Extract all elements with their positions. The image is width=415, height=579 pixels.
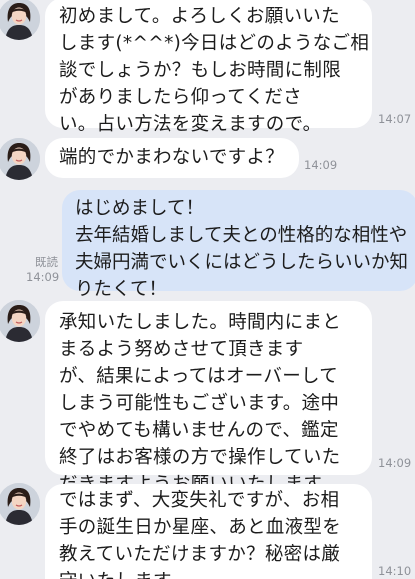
timestamp: 14:07 xyxy=(378,112,412,126)
message-bubble[interactable]: はじめまして！ 去年結婚しまして夫との性格的な相性や 夫婦円満でいくにはどうした… xyxy=(62,190,415,300)
avatar[interactable] xyxy=(0,483,40,525)
avatar[interactable] xyxy=(0,138,40,180)
timestamp: 14:09 xyxy=(26,270,60,284)
read-label: 既読 xyxy=(35,255,58,269)
message-bubble[interactable]: 承知いたしました。時間内にまと まるよう努めさせて頂きます が、結果によってはオ… xyxy=(45,301,372,495)
profile-photo-icon xyxy=(0,0,40,40)
timestamp: 14:09 xyxy=(304,158,338,172)
message-bubble[interactable]: 端的でかまわないですよ？ xyxy=(45,138,299,178)
read-receipt: 既読 14:09 xyxy=(26,255,60,285)
profile-photo-icon xyxy=(0,300,40,342)
message-bubble[interactable]: 初めまして。よろしくお願いいた します(*^^*)今日はどのようなご相 談でしょ… xyxy=(45,0,372,135)
timestamp: 14:09 xyxy=(378,456,412,470)
profile-photo-icon xyxy=(0,483,40,525)
timestamp: 14:10 xyxy=(378,564,412,578)
profile-photo-icon xyxy=(0,138,40,180)
message-bubble[interactable]: ではまず、大変失礼ですが、お相 手の誕生日か星座、あと血液型を 教えていただけま… xyxy=(45,484,372,579)
avatar[interactable] xyxy=(0,0,40,40)
avatar[interactable] xyxy=(0,300,40,342)
